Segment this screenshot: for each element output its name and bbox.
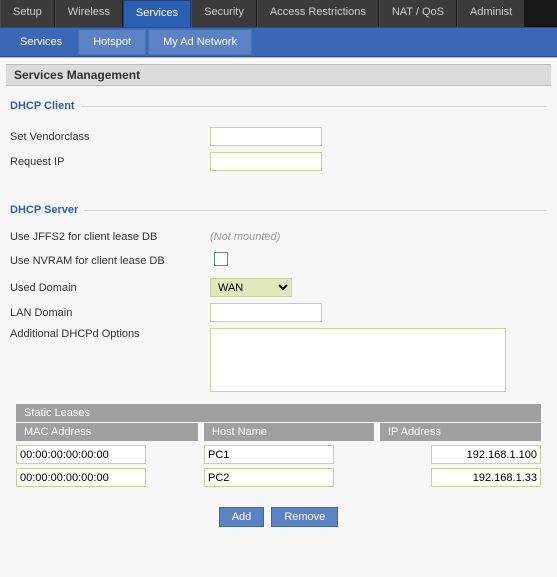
page-title: Services Management [6,64,551,86]
static-leases-header: MAC Address Host Name IP Address [16,423,541,441]
lease-ip-input[interactable] [431,445,541,464]
lan-domain-label: LAN Domain [10,307,210,319]
tab-wireless[interactable]: Wireless [55,0,123,27]
lan-domain-input[interactable] [210,303,322,322]
tab-nat-qos[interactable]: NAT / QoS [379,0,457,27]
dhcp-server-section: DHCP Server Use JFFS2 for client lease D… [10,204,547,537]
static-leases-title: Static Leases [16,404,541,422]
lease-ip-input[interactable] [431,468,541,487]
tab-administration[interactable]: Administ [457,0,525,27]
static-leases: Static Leases MAC Address Host Name IP A… [16,404,541,527]
dhcp-client-legend: DHCP Client [10,100,81,112]
tab-services[interactable]: Services [123,0,191,27]
set-vendorclass-label: Set Vendorclass [10,131,210,143]
request-ip-input[interactable] [210,152,322,171]
lease-host-input[interactable] [204,468,334,487]
used-domain-label: Used Domain [10,282,210,294]
dhcp-client-section: DHCP Client Set Vendorclass Request IP [10,100,547,184]
lease-mac-input[interactable] [16,468,146,487]
lease-row [16,468,541,487]
col-mac: MAC Address [16,423,198,441]
dhcp-server-legend: DHCP Server [10,204,84,216]
col-ip: IP Address [380,423,541,441]
jffs2-label: Use JFFS2 for client lease DB [10,231,210,243]
jffs2-status: (Not mounted) [210,231,280,243]
page-body: Services Management DHCP Client Set Vend… [0,57,557,577]
remove-button[interactable]: Remove [271,507,338,527]
used-domain-select[interactable]: WAN [210,278,292,297]
lease-buttons: Add Remove [16,507,541,527]
dhcpd-opts-label: Additional DHCPd Options [10,328,210,340]
lease-host-input[interactable] [204,445,334,464]
top-nav: Setup Wireless Services Security Access … [0,0,557,27]
set-vendorclass-input[interactable] [210,127,322,146]
subtab-services[interactable]: Services [6,30,76,54]
col-host: Host Name [204,423,374,441]
dhcpd-opts-textarea[interactable] [210,328,506,392]
sub-nav: Services Hotspot My Ad Network [0,27,557,57]
lease-row [16,445,541,464]
tab-access-restrictions[interactable]: Access Restrictions [257,0,379,27]
lease-mac-input[interactable] [16,445,146,464]
tab-setup[interactable]: Setup [0,0,55,27]
add-button[interactable]: Add [219,507,265,527]
nvram-label: Use NVRAM for client lease DB [10,255,210,267]
nvram-checkbox[interactable] [214,252,228,266]
subtab-hotspot[interactable]: Hotspot [78,29,146,55]
subtab-my-ad-network[interactable]: My Ad Network [148,29,252,55]
request-ip-label: Request IP [10,156,210,168]
tab-security[interactable]: Security [191,0,257,27]
